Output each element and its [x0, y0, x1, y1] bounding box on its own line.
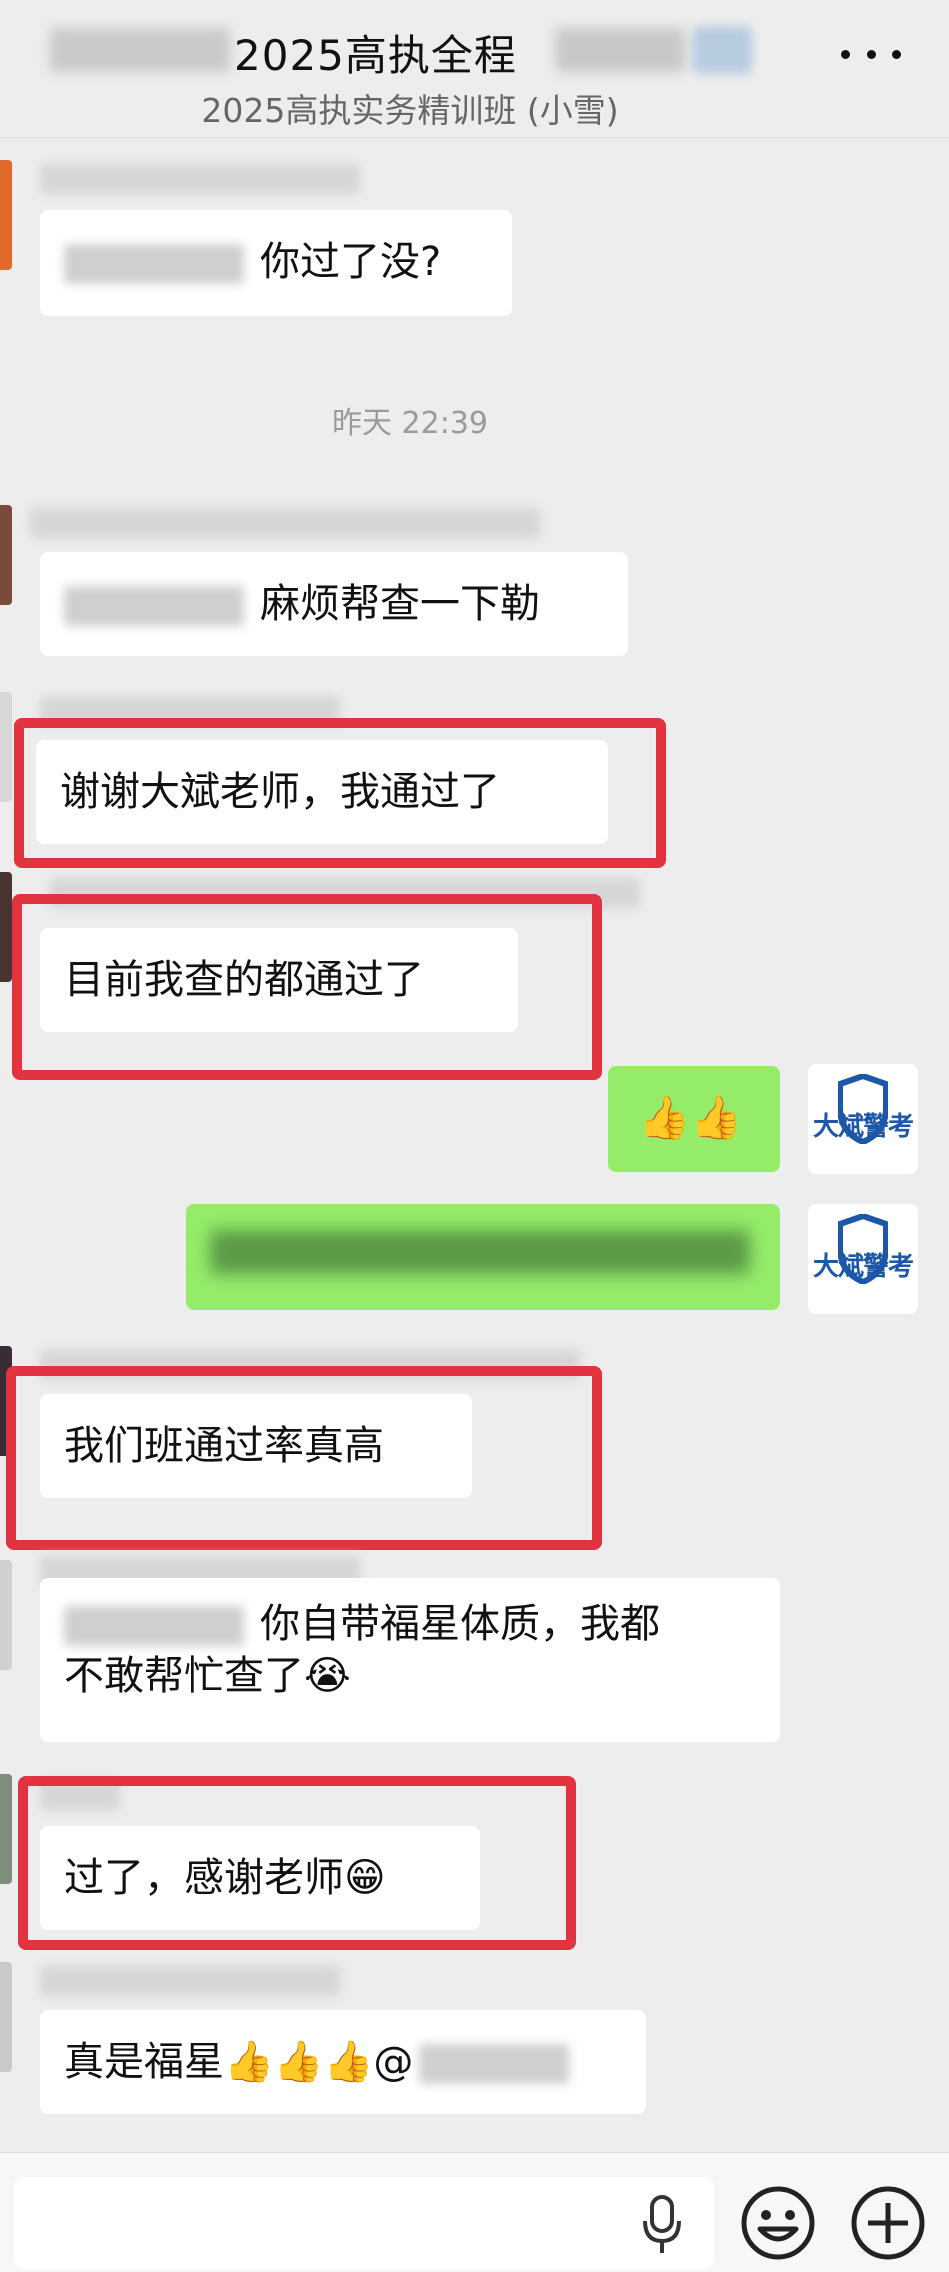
message-bubble[interactable]: 真是福星👍👍👍@	[40, 2010, 646, 2114]
chat-header: 2025高执全程 2025高执实务精训班 (小雪)	[0, 0, 949, 138]
message-text: 你自带福星体质，我都	[260, 1601, 660, 1647]
sender-name	[30, 508, 540, 538]
blurred-group-suffix	[555, 28, 685, 72]
thumbs-up-icon: 👍👍	[638, 1093, 743, 1142]
blurred-mention	[64, 586, 244, 626]
blurred-group-icon	[692, 26, 752, 74]
plus-icon[interactable]	[848, 2183, 928, 2263]
blurred-mention	[64, 1606, 244, 1646]
blurred-group-prefix	[50, 28, 230, 72]
input-bar	[0, 2152, 949, 2272]
avatar[interactable]	[0, 1962, 12, 2072]
highlight-box	[6, 1366, 602, 1550]
avatar[interactable]	[0, 1774, 12, 1884]
message-bubble[interactable]: 麻烦帮查一下勒	[40, 552, 628, 656]
avatar-logo-text: 大斌警考	[812, 1112, 914, 1142]
avatar-logo-text: 大斌警考	[812, 1252, 914, 1282]
message-text: 真是福星👍👍👍@	[64, 2039, 414, 2085]
avatar[interactable]	[0, 1560, 12, 1670]
avatar[interactable]	[0, 872, 12, 982]
message-input[interactable]	[14, 2177, 714, 2269]
highlight-box	[18, 1776, 576, 1950]
message-text: 不敢帮忙查了😭	[64, 1653, 351, 1699]
emoji-icon[interactable]	[738, 2183, 818, 2263]
highlight-box	[14, 718, 666, 868]
sender-name	[40, 1966, 340, 1996]
self-avatar[interactable]: 大斌警考	[808, 1204, 918, 1314]
chat-subtitle: 2025高执实务精训班 (小雪)	[201, 91, 619, 130]
blurred-mention	[64, 244, 244, 284]
more-icon[interactable]	[841, 44, 901, 64]
self-avatar[interactable]: 大斌警考	[808, 1064, 918, 1174]
chat-title: 2025高执全程	[234, 31, 517, 80]
avatar[interactable]	[0, 505, 12, 605]
message-text: 你过了没?	[260, 239, 442, 285]
highlight-box	[12, 894, 602, 1080]
sender-name	[40, 164, 360, 194]
avatar[interactable]	[0, 692, 12, 802]
blurred-message	[210, 1230, 750, 1274]
mic-icon[interactable]	[642, 2195, 682, 2255]
message-bubble[interactable]: 你过了没?	[40, 210, 512, 316]
message-text: 麻烦帮查一下勒	[260, 581, 540, 627]
title-row: 2025高执全程	[0, 18, 949, 80]
blurred-mention	[419, 2044, 570, 2084]
avatar[interactable]	[0, 160, 12, 270]
message-bubble[interactable]: 你自带福星体质，我都 不敢帮忙查了😭	[40, 1578, 780, 1742]
self-message-bubble[interactable]: 👍👍	[608, 1066, 780, 1172]
timestamp: 昨天 22:39	[332, 406, 488, 441]
self-message-bubble[interactable]	[186, 1204, 780, 1310]
